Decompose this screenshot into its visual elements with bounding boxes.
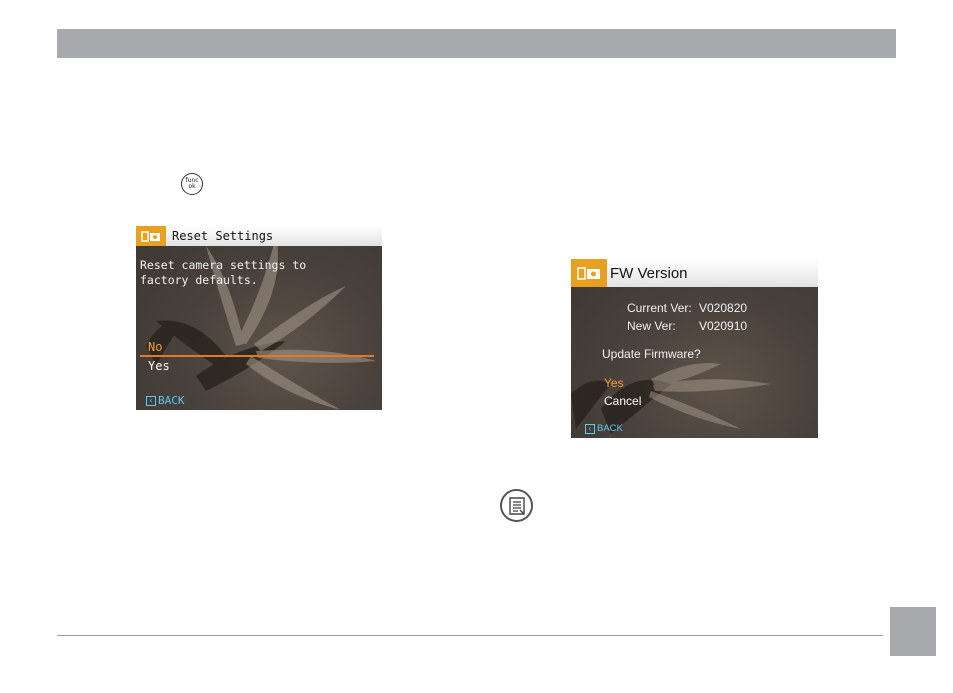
settings-tab-icon [141, 230, 160, 242]
reset-settings-screen: Reset Settings Reset camera settings to … [136, 226, 382, 410]
fw-version-screen: FW Version Current Ver: V020820 New Ver:… [571, 259, 818, 438]
fw-header: FW Version [571, 259, 818, 287]
back-icon: ‹ [146, 395, 156, 406]
update-firmware-prompt: Update Firmware? [602, 347, 701, 361]
current-version-value: V020820 [699, 301, 748, 315]
new-version-label: New Ver: [627, 319, 676, 333]
page-number-box [890, 607, 936, 656]
reset-header: Reset Settings [136, 226, 382, 246]
func-ok-button-icon: func ok [181, 173, 203, 195]
selection-underline [140, 355, 374, 357]
note-glyph [508, 496, 525, 515]
settings-tab [571, 259, 607, 287]
func-ok-line2: ok [188, 183, 196, 190]
option-no[interactable]: No [148, 340, 162, 354]
header-bar [57, 29, 896, 58]
fw-title: FW Version [607, 259, 818, 287]
settings-tab [136, 226, 166, 246]
back-label: BACK [597, 423, 623, 434]
back-button[interactable]: ‹ BACK [585, 423, 623, 434]
option-yes[interactable]: Yes [148, 359, 170, 373]
footer-rule [57, 635, 883, 636]
back-button[interactable]: ‹ BACK [146, 394, 185, 407]
current-version-label: Current Ver: [627, 301, 692, 315]
reset-message-line1: Reset camera settings to [140, 258, 307, 272]
note-icon [500, 489, 533, 522]
settings-tab-icon [577, 266, 600, 280]
reset-title: Reset Settings [166, 226, 382, 246]
option-yes[interactable]: Yes [604, 376, 624, 390]
new-version-value: V020910 [699, 319, 748, 333]
option-cancel[interactable]: Cancel [604, 394, 641, 408]
back-label: BACK [158, 394, 185, 407]
reset-message: Reset camera settings to factory default… [140, 258, 306, 288]
reset-message-line2: factory defaults. [140, 273, 258, 287]
flower-background-image [146, 236, 376, 410]
back-icon: ‹ [585, 423, 595, 434]
